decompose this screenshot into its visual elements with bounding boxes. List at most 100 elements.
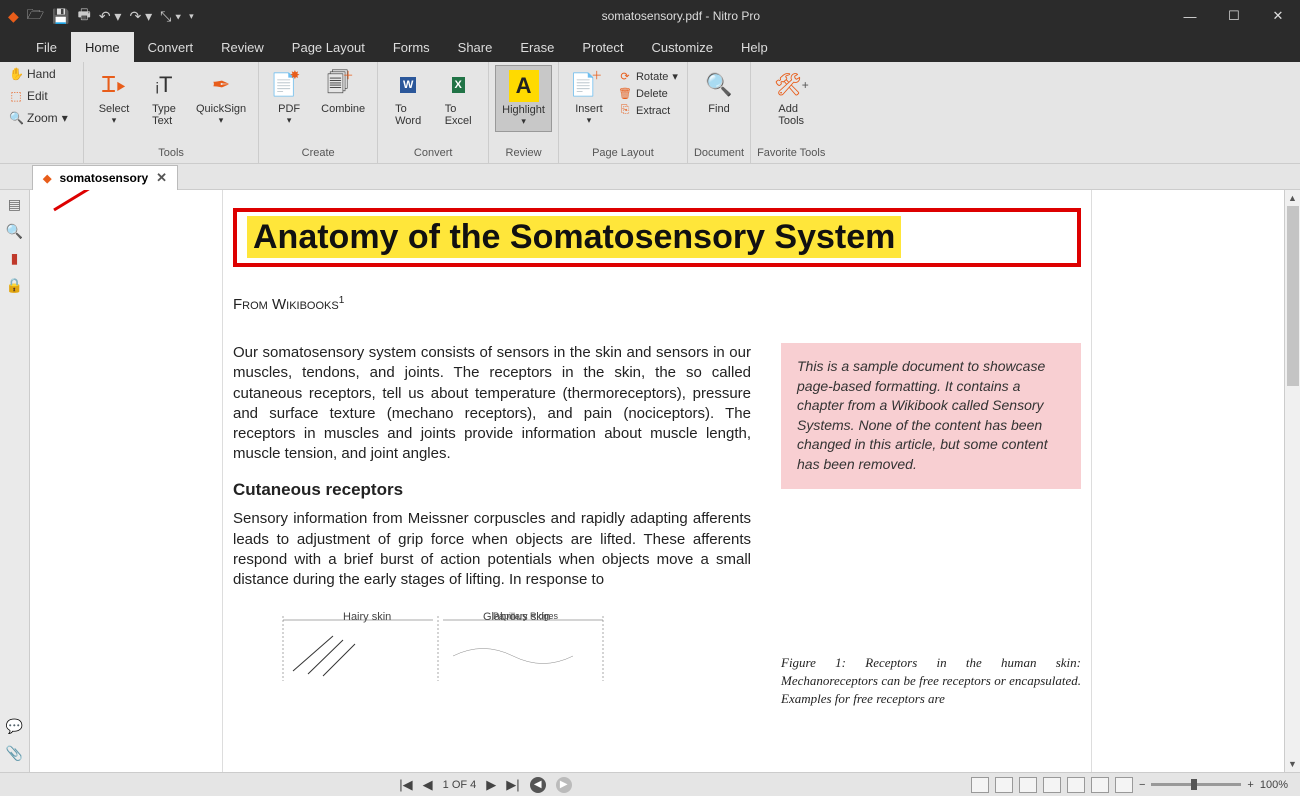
combine-icon: 🗐＋ — [327, 69, 359, 101]
to-excel-button[interactable]: XTo Excel — [434, 65, 482, 131]
document-tab-bar: ◆ somatosensory ✕ — [0, 164, 1300, 190]
title-bar: ◆ 🗁 💾 🖶 ↶ ▾ ↷ ▾ ⤡ ▾ ▾ somatosensory.pdf … — [0, 0, 1300, 32]
view-facing-button[interactable] — [1019, 777, 1037, 793]
select-button[interactable]: Ꮖ▸Select▾ — [90, 65, 138, 130]
pdf-tab-icon: ◆ — [43, 172, 51, 185]
pdf-button[interactable]: 📄✸PDF▾ — [265, 65, 313, 130]
extract-button[interactable]: ⎘Extract — [615, 103, 681, 118]
menu-forms[interactable]: Forms — [379, 32, 444, 62]
zoom-slider-thumb[interactable] — [1191, 779, 1197, 790]
menu-review[interactable]: Review — [207, 32, 278, 62]
quick-access-toolbar: ◆ 🗁 💾 🖶 ↶ ▾ ↷ ▾ ⤡ ▾ ▾ — [0, 4, 194, 28]
review-group-label: Review — [506, 147, 542, 161]
redo-icon[interactable]: ↷ ▾ — [129, 8, 152, 25]
search-panel-icon[interactable]: 🔍 — [6, 223, 23, 240]
document-group-label: Document — [694, 147, 744, 161]
close-button[interactable]: ✕ — [1256, 0, 1300, 32]
menu-customize[interactable]: Customize — [638, 32, 727, 62]
figure-caption: Figure 1: Receptors in the human skin: M… — [781, 654, 1081, 709]
last-page-button[interactable]: ▶| — [506, 777, 519, 793]
type-text-icon: ᵢT — [148, 69, 180, 101]
minimize-button[interactable]: — — [1168, 0, 1212, 32]
vertical-scrollbar[interactable]: ▲ ▼ — [1284, 190, 1300, 772]
diagram-svg — [243, 616, 663, 686]
zoom-in-button[interactable]: + — [1247, 779, 1253, 791]
menu-erase[interactable]: Erase — [506, 32, 568, 62]
zoom-level: 100% — [1260, 779, 1288, 791]
next-page-button[interactable]: ▶ — [486, 777, 496, 793]
security-panel-icon[interactable]: 🔒 — [6, 277, 23, 294]
menu-home[interactable]: Home — [71, 32, 134, 62]
find-button[interactable]: 🔍Find — [695, 65, 743, 119]
sign-icon: ✒ — [205, 69, 237, 101]
scroll-thumb[interactable] — [1287, 206, 1299, 386]
highlight-icon: A — [508, 70, 540, 102]
first-page-button[interactable]: |◀ — [399, 777, 412, 793]
save-icon[interactable]: 💾 — [52, 8, 69, 25]
hand-tool[interactable]: ✋Hand — [6, 66, 77, 82]
view-tools-group: ✋Hand ⬚Edit 🔍Zoom ▾ — [0, 62, 84, 163]
menu-share[interactable]: Share — [444, 32, 507, 62]
convert-group: WTo Word XTo Excel Convert — [378, 62, 489, 163]
section-heading: Cutaneous receptors — [233, 479, 751, 502]
add-tools-button[interactable]: 🛠+Add Tools — [767, 65, 815, 131]
edit-tool[interactable]: ⬚Edit — [6, 88, 77, 104]
bookmarks-panel-icon[interactable]: ▮ — [11, 250, 19, 267]
convert-group-label: Convert — [414, 147, 453, 161]
right-column: This is a sample document to showcase pa… — [781, 343, 1081, 708]
menu-help[interactable]: Help — [727, 32, 782, 62]
undo-icon[interactable]: ↶ ▾ — [99, 8, 122, 25]
work-area: ▤ 🔍 ▮ 🔒 💬 📎 Anatomy of the Somatosensory… — [0, 190, 1300, 772]
open-icon[interactable]: 🗁 — [27, 4, 44, 28]
excel-icon: X — [442, 69, 474, 101]
quicksign-button[interactable]: ✒QuickSign▾ — [190, 65, 252, 130]
view-fit-width-button[interactable] — [1067, 777, 1085, 793]
view-continuous-button[interactable] — [995, 777, 1013, 793]
left-column: Our somatosensory system consists of sen… — [233, 343, 751, 708]
menu-file[interactable]: File — [22, 32, 71, 62]
fav-group-label: Favorite Tools — [757, 147, 825, 161]
prev-page-button[interactable]: ◀ — [423, 777, 433, 793]
menu-page-layout[interactable]: Page Layout — [278, 32, 379, 62]
menu-convert[interactable]: Convert — [134, 32, 208, 62]
select-tool-icon[interactable]: ⤡ ▾ — [160, 8, 181, 25]
skin-diagram: Hairy skin Glabrous skin Papillary Ridge… — [233, 610, 751, 690]
view-single-page-button[interactable] — [971, 777, 989, 793]
extract-icon: ⎘ — [618, 104, 632, 117]
menu-protect[interactable]: Protect — [568, 32, 637, 62]
window-title: somatosensory.pdf - Nitro Pro — [194, 9, 1168, 23]
print-icon[interactable]: 🖶 — [78, 4, 91, 28]
nav-forward-button[interactable]: ▶ — [556, 777, 572, 793]
pages-panel-icon[interactable]: ▤ — [8, 196, 21, 213]
to-word-button[interactable]: WTo Word — [384, 65, 432, 131]
zoom-slider[interactable] — [1151, 783, 1241, 786]
comments-panel-icon[interactable]: 💬 — [6, 718, 23, 735]
zoom-out-button[interactable]: − — [1139, 779, 1145, 791]
hand-icon: ✋ — [9, 67, 23, 81]
page-indicator: 1 OF 4 — [443, 779, 477, 791]
document-viewport[interactable]: Anatomy of the Somatosensory System From… — [30, 190, 1284, 772]
view-fit-page-button[interactable] — [1091, 777, 1109, 793]
type-text-button[interactable]: ᵢTType Text — [140, 65, 188, 131]
document-subhead: From Wikibooks1 — [233, 295, 1081, 313]
scroll-down-icon[interactable]: ▼ — [1285, 756, 1300, 772]
combine-button[interactable]: 🗐＋Combine — [315, 65, 371, 119]
rotate-button[interactable]: ⟳Rotate ▾ — [615, 69, 681, 84]
scroll-up-icon[interactable]: ▲ — [1285, 190, 1300, 206]
delete-icon: 🗑 — [618, 87, 632, 100]
view-fullscreen-button[interactable] — [1115, 777, 1133, 793]
tab-close-icon[interactable]: ✕ — [156, 170, 167, 186]
maximize-button[interactable]: ☐ — [1212, 0, 1256, 32]
document-tab-label: somatosensory — [59, 171, 148, 185]
sample-note-box: This is a sample document to showcase pa… — [781, 343, 1081, 489]
cursor-icon: Ꮖ▸ — [98, 69, 130, 101]
zoom-tool[interactable]: 🔍Zoom ▾ — [6, 110, 77, 126]
delete-button[interactable]: 🗑Delete — [615, 86, 681, 101]
nitro-icon[interactable]: ◆ — [8, 8, 19, 25]
nav-back-button[interactable]: ◀ — [530, 777, 546, 793]
view-grid-button[interactable] — [1043, 777, 1061, 793]
highlight-button[interactable]: AHighlight▾ — [495, 65, 552, 132]
document-tab[interactable]: ◆ somatosensory ✕ — [32, 165, 178, 190]
attachments-panel-icon[interactable]: 📎 — [6, 745, 23, 762]
insert-button[interactable]: 📄＋Insert▾ — [565, 65, 613, 130]
